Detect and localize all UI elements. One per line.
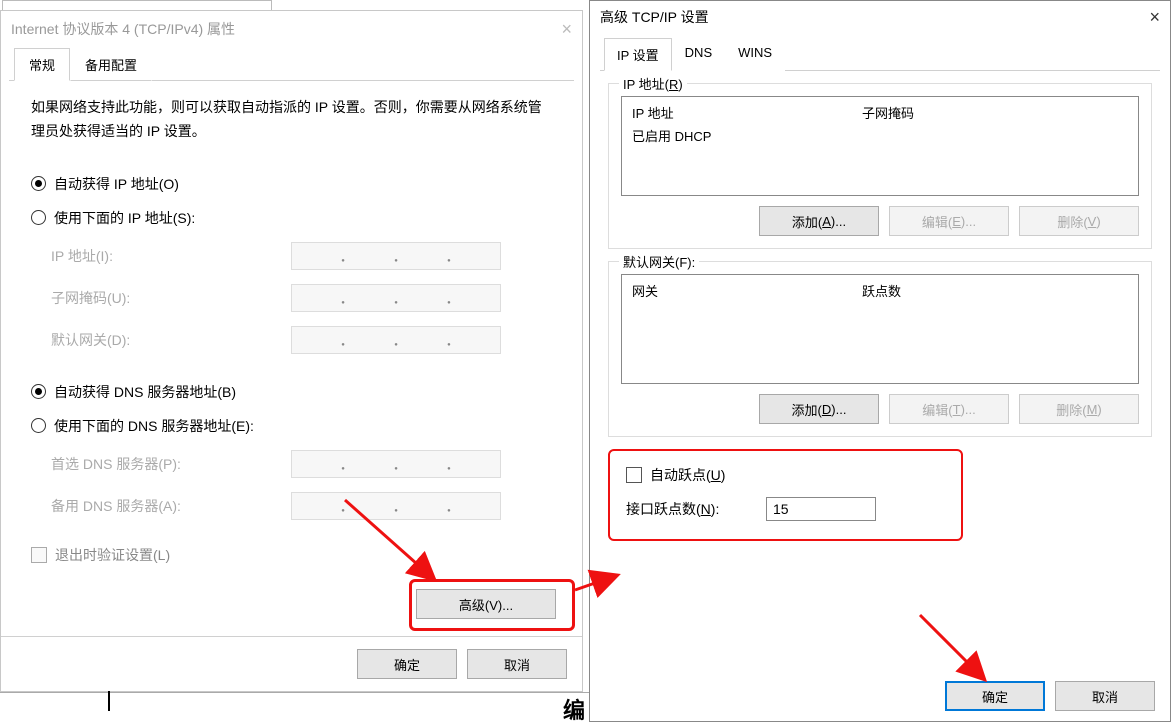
close-icon[interactable]: × [1149, 7, 1160, 28]
ok-button[interactable]: 确定 [357, 649, 457, 679]
interface-metric-label: 接口跃点数(N): [626, 499, 766, 519]
radio-auto-ip[interactable]: 自动获得 IP 地址(O) [31, 174, 552, 194]
page-caption-fragment: 编 [0, 692, 589, 722]
gateway-list-col-gw: 网关 [632, 281, 862, 300]
advanced-tcpip-dialog: 高级 TCP/IP 设置 × IP 设置 DNS WINS IP 地址(R) I… [589, 0, 1171, 722]
advanced-button-label: 高级(V)... [459, 595, 513, 614]
gateway-label: 默认网关(D): [31, 330, 291, 350]
group-ip-addresses-label: IP 地址(R) [619, 74, 687, 93]
cancel-button[interactable]: 取消 [1055, 681, 1155, 711]
cancel-button[interactable]: 取消 [467, 649, 567, 679]
add-gateway-button[interactable]: 添加(D)... [759, 394, 879, 424]
subnet-mask-label: 子网掩码(U): [31, 288, 291, 308]
tab-alternate-label: 备用配置 [85, 58, 137, 73]
advanced-title: 高级 TCP/IP 设置 [600, 7, 709, 27]
tab-dns-label: DNS [685, 45, 712, 60]
interface-metric-input[interactable] [766, 497, 876, 521]
delete-gateway-button[interactable]: 删除(M) [1019, 394, 1139, 424]
ok-button-label: 确定 [982, 687, 1008, 706]
alt-dns-label: 备用 DNS 服务器(A): [31, 496, 291, 516]
radio-auto-ip-label: 自动获得 IP 地址(O) [54, 174, 179, 194]
ip-list-col-mask: 子网掩码 [862, 103, 1128, 122]
advanced-titlebar: 高级 TCP/IP 设置 × [590, 1, 1170, 33]
ipv4-tabs: 常规 备用配置 [9, 47, 574, 81]
ip-address-input: ●●● [291, 242, 501, 270]
gateway-list[interactable]: 网关 跃点数 [621, 274, 1139, 384]
group-ip-addresses: IP 地址(R) IP 地址 子网掩码 已启用 DHCP 添加(A)... 编辑… [608, 83, 1152, 249]
gateway-input: ●●● [291, 326, 501, 354]
ok-button[interactable]: 确定 [945, 681, 1045, 711]
auto-metric-label: 自动跃点(U) [650, 465, 725, 485]
preferred-dns-input: ●●● [291, 450, 501, 478]
tab-ip-settings-label: IP 设置 [617, 48, 659, 63]
tab-general[interactable]: 常规 [14, 48, 70, 81]
ipv4-title: Internet 协议版本 4 (TCP/IPv4) 属性 [11, 19, 235, 39]
ip-list-row[interactable]: 已启用 DHCP [632, 126, 1128, 145]
edit-ip-button[interactable]: 编辑(E)... [889, 206, 1009, 236]
radio-auto-dns[interactable]: 自动获得 DNS 服务器地址(B) [31, 382, 552, 402]
tab-alternate-config[interactable]: 备用配置 [70, 48, 152, 81]
group-gateways-label: 默认网关(F): [619, 252, 699, 271]
close-icon[interactable]: × [561, 19, 572, 40]
radio-icon [31, 210, 46, 225]
ip-list-col-ip: IP 地址 [632, 103, 862, 122]
cancel-button-label: 取消 [504, 655, 530, 674]
tab-dns[interactable]: DNS [672, 38, 725, 71]
radio-icon [31, 418, 46, 433]
ipv4-titlebar: Internet 协议版本 4 (TCP/IPv4) 属性 × [1, 11, 582, 47]
radio-manual-ip[interactable]: 使用下面的 IP 地址(S): [31, 208, 552, 228]
ipv4-properties-dialog: Internet 协议版本 4 (TCP/IPv4) 属性 × 常规 备用配置 … [0, 10, 583, 692]
radio-manual-dns[interactable]: 使用下面的 DNS 服务器地址(E): [31, 416, 552, 436]
edit-gateway-button[interactable]: 编辑(T)... [889, 394, 1009, 424]
validate-on-exit[interactable]: 退出时验证设置(L) [31, 545, 552, 565]
ipv4-description: 如果网络支持此功能，则可以获取自动指派的 IP 设置。否则，你需要从网络系统管理… [31, 96, 552, 144]
auto-metric-checkbox[interactable]: 自动跃点(U) [626, 465, 945, 485]
radio-icon [31, 384, 46, 399]
ip-address-list[interactable]: IP 地址 子网掩码 已启用 DHCP [621, 96, 1139, 196]
cancel-button-label: 取消 [1092, 687, 1118, 706]
radio-manual-ip-label: 使用下面的 IP 地址(S): [54, 208, 195, 228]
radio-manual-dns-label: 使用下面的 DNS 服务器地址(E): [54, 416, 254, 436]
radio-icon [31, 176, 46, 191]
gateway-list-col-metric: 跃点数 [862, 281, 1128, 300]
radio-auto-dns-label: 自动获得 DNS 服务器地址(B) [54, 382, 236, 402]
checkbox-icon [626, 467, 642, 483]
tab-wins-label: WINS [738, 45, 772, 60]
page-caption-text: 编 [563, 698, 585, 722]
advanced-bottom-bar: 确定 取消 [590, 671, 1170, 721]
ok-button-label: 确定 [394, 655, 420, 674]
tab-wins[interactable]: WINS [725, 38, 785, 71]
validate-on-exit-label: 退出时验证设置(L) [55, 545, 170, 565]
checkbox-icon [31, 547, 47, 563]
group-gateways: 默认网关(F): 网关 跃点数 添加(D)... 编辑(T)... 删除(M) [608, 261, 1152, 437]
delete-ip-button[interactable]: 删除(V) [1019, 206, 1139, 236]
advanced-button[interactable]: 高级(V)... [416, 589, 556, 619]
preferred-dns-label: 首选 DNS 服务器(P): [31, 454, 291, 474]
tab-ip-settings[interactable]: IP 设置 [604, 38, 672, 71]
ip-address-label: IP 地址(I): [31, 246, 291, 266]
tab-general-label: 常规 [29, 58, 55, 73]
group-interface-metric: 自动跃点(U) 接口跃点数(N): [608, 449, 963, 541]
add-ip-button[interactable]: 添加(A)... [759, 206, 879, 236]
subnet-mask-input: ●●● [291, 284, 501, 312]
advanced-tabs: IP 设置 DNS WINS [600, 37, 1160, 71]
ipv4-bottom-bar: 确定 取消 [1, 636, 582, 691]
alt-dns-input: ●●● [291, 492, 501, 520]
